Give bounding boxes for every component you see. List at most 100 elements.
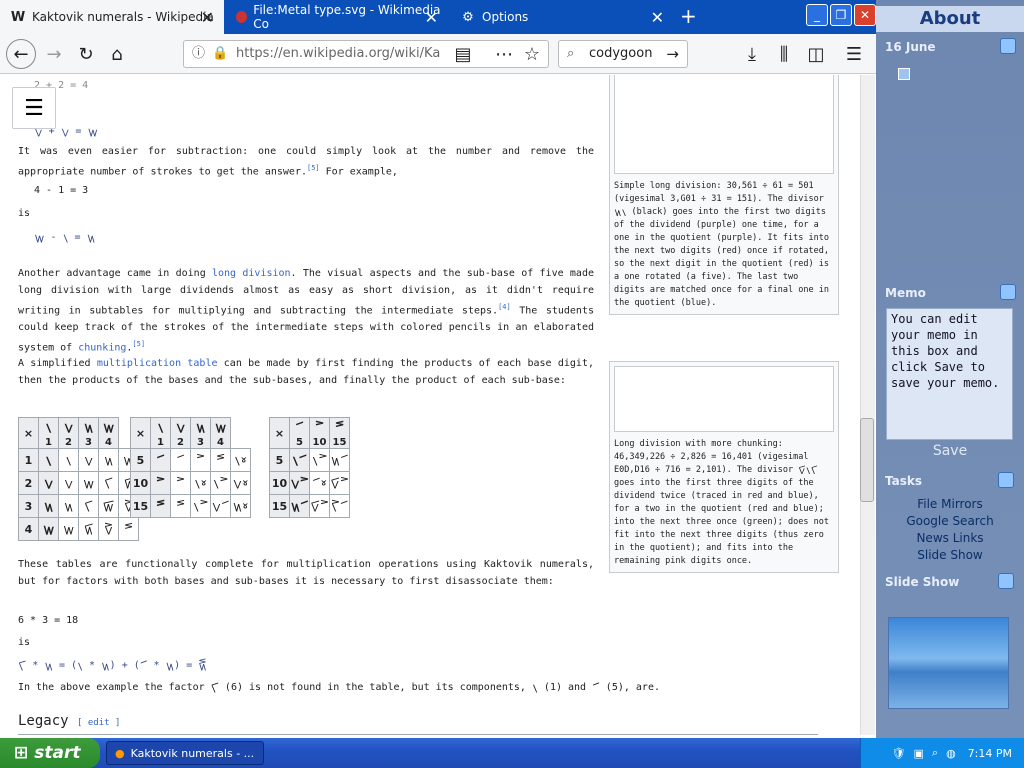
table-row-header: 15	[269, 494, 290, 518]
task-link-news-links[interactable]: News Links	[876, 531, 1024, 545]
tab-options[interactable]: ⚙ Options ✕	[450, 0, 674, 34]
windows-logo-icon: ⊞	[14, 743, 29, 763]
long-division-link[interactable]: long division	[212, 268, 291, 279]
vertical-scrollbar[interactable]	[860, 75, 875, 735]
table-header-cell: 𝋅5	[289, 417, 310, 449]
search-input[interactable]: ⌕ codygoon →	[558, 40, 688, 68]
table-row-header: 2	[18, 471, 39, 495]
multiplication-table-base-subbase: × 𝋁 1 𝋂 2 𝋃 3 𝋄 4 5 𝋅 𝋅 𝋊 𝋏 𝋁𝋀 10 𝋊 𝋊 𝋁𝋀 𝋁𝋊 𝋂𝋀 15 𝋏 𝋏 𝋁𝋊 𝋂𝋅 𝋃𝋀	[130, 417, 251, 518]
sidebar-toggle-icon[interactable]: ◫	[802, 40, 830, 68]
new-tab-button[interactable]: +	[680, 4, 697, 28]
memo-textarea[interactable]: You can edit your memo in this box and c…	[886, 308, 1013, 440]
table-cell: 𝋅	[170, 448, 191, 472]
table-header-cell: 𝋁1	[38, 417, 59, 449]
download-icon[interactable]: ⤓	[738, 40, 766, 68]
lock-icon: 🔒	[212, 46, 229, 61]
table-header-cell: 𝋂2	[170, 417, 191, 449]
forward-button[interactable]: →	[40, 40, 68, 68]
table-cell: 𝋏	[210, 448, 231, 472]
slideshow-image[interactable]	[888, 617, 1009, 709]
table-cell: 𝋁	[58, 448, 79, 472]
memo-save-button[interactable]: Save	[876, 443, 1024, 459]
task-link-google-search[interactable]: Google Search	[876, 514, 1024, 528]
tab-wikipedia[interactable]: W Kaktovik numerals - Wikipedia ✕	[0, 0, 224, 34]
calendar-icon[interactable]	[1000, 38, 1016, 54]
table-cell: 𝋁𝋊	[309, 448, 330, 472]
reload-button[interactable]: ↻	[72, 40, 100, 68]
start-button[interactable]: ⊞ start	[0, 738, 100, 768]
table-row-header: 1	[18, 448, 39, 472]
home-icon[interactable]: ⌂	[103, 40, 131, 68]
table-cell: 𝋂	[78, 448, 99, 472]
table-cell: 𝋁𝋊	[190, 494, 211, 518]
back-button[interactable]: ←	[6, 39, 36, 69]
table-cell: 𝋃	[58, 494, 79, 518]
tab-wikimedia[interactable]: File:Metal type.svg - Wikimedia Co ✕	[226, 0, 448, 34]
equation: 2 + 2 = 4	[34, 80, 89, 91]
broken-image	[614, 366, 834, 432]
article-content: 2 + 2 = 4 𝋂 + 𝋂 = 𝋄 It was even easier f…	[0, 75, 860, 735]
table-cell: 𝋃	[98, 448, 119, 472]
window-controls: _ ❐ ✕	[804, 4, 876, 26]
monitor-icon[interactable]: ▣	[913, 747, 923, 760]
security-shield-icon[interactable]: 🛡	[892, 747, 906, 760]
page-actions-icon[interactable]: ⋯	[490, 40, 518, 68]
minimize-button[interactable]: _	[806, 4, 828, 26]
library-icon[interactable]: ⫼	[770, 40, 798, 68]
table-cell: 𝋂𝋀	[230, 471, 251, 495]
table-cell: 𝋇𝋊	[329, 471, 350, 495]
table-cell: 𝋏	[170, 494, 191, 518]
reader-view-icon[interactable]: ▤	[449, 40, 477, 68]
table-row-header: 4	[18, 517, 39, 541]
task-link-slide-show[interactable]: Slide Show	[876, 548, 1024, 562]
close-window-button[interactable]: ✕	[854, 4, 876, 26]
table-of-contents-button[interactable]: ☰	[12, 87, 56, 129]
chunking-link[interactable]: chunking	[78, 343, 126, 354]
table-cell: 𝋂𝋅	[210, 494, 231, 518]
equation-kaktovik: 𝋂 + 𝋂 = 𝋄	[34, 126, 98, 137]
table-cell: 𝋊	[150, 471, 171, 495]
table-cell: 𝋌	[98, 517, 119, 541]
tab-bar: W Kaktovik numerals - Wikipedia ✕ File:M…	[0, 0, 876, 34]
table-cell: 𝋁𝋅	[289, 448, 310, 472]
label-is: is	[18, 208, 31, 219]
maximize-button[interactable]: ❐	[830, 4, 852, 26]
memo-icon[interactable]	[1000, 284, 1016, 300]
bookmark-star-icon[interactable]: ☆	[518, 40, 546, 68]
table-cell: 𝋅𝋀	[309, 471, 330, 495]
table-header-cell: ×	[130, 417, 151, 449]
equation-kaktovik: 𝋄 - 𝋁 = 𝋃	[34, 232, 96, 243]
task-link-file-mirrors[interactable]: File Mirrors	[876, 497, 1024, 511]
reference-link[interactable]: [5]	[307, 164, 320, 172]
table-header-cell: 𝋃3	[190, 417, 211, 449]
tab-title: Options	[482, 10, 529, 24]
close-tab-icon[interactable]: ✕	[201, 8, 214, 27]
scrollbar-thumb[interactable]	[860, 418, 874, 502]
table-header-cell: 𝋊 10	[309, 417, 330, 449]
search-go-icon[interactable]: →	[666, 41, 679, 67]
network-icon[interactable]: ◍	[946, 747, 956, 760]
wikimedia-icon	[236, 11, 248, 23]
system-tray: 🛡 ▣ ⌕ ◍ 7:14 PM	[860, 738, 1024, 768]
close-tab-icon[interactable]: ✕	[425, 8, 438, 27]
edit-section-link[interactable]: [ edit ]	[77, 718, 120, 728]
search-icon[interactable]: ⌕	[932, 746, 938, 760]
table-cell: 𝋆	[78, 494, 99, 518]
slideshow-icon[interactable]	[998, 573, 1014, 589]
close-tab-icon[interactable]: ✕	[651, 8, 664, 27]
info-icon[interactable]: ⓘ	[192, 41, 205, 67]
gear-icon: ⚙	[462, 9, 474, 25]
menu-icon[interactable]: ☰	[840, 40, 868, 68]
table-cell: 𝋂𝋊	[289, 471, 310, 495]
search-value: codygoon	[589, 46, 653, 61]
table-cell: 𝋄	[78, 471, 99, 495]
taskbar-item-firefox[interactable]: ● Kaktovik numerals - ...	[106, 741, 264, 765]
reference-link[interactable]: [5]	[132, 340, 145, 348]
paragraph-example: In the above example the factor 𝋆 (6) is…	[18, 682, 660, 693]
reference-link[interactable]: [4]	[498, 303, 511, 311]
tasks-icon[interactable]	[998, 472, 1014, 488]
table-cell: 𝋇𝋊	[309, 494, 330, 518]
table-cell: 𝋄	[58, 517, 79, 541]
nav-toolbar: ← → ↻ ⌂ ⓘ 🔒 https://en.wikipedia.org/wik…	[0, 34, 876, 74]
multiplication-table-link[interactable]: multiplication table	[97, 358, 218, 369]
